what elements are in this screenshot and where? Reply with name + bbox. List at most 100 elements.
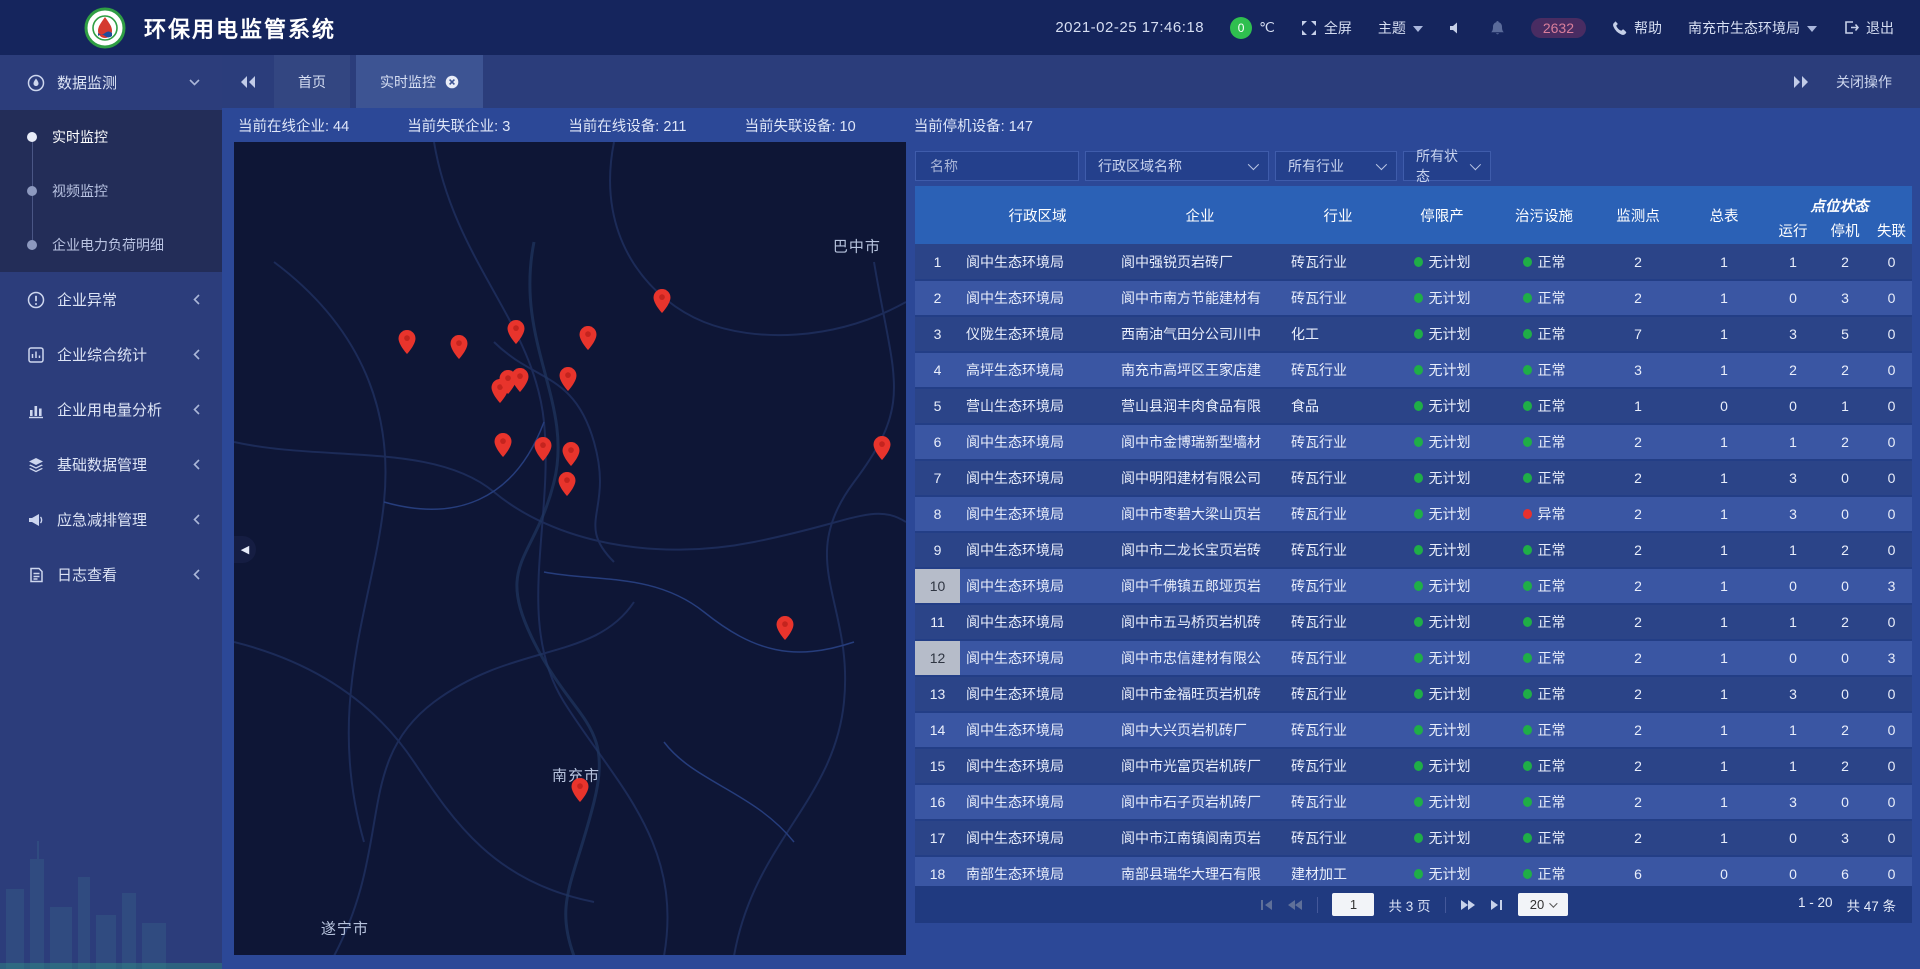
table-row[interactable]: 3仪陇生态环境局西南油气田分公司川中化工无计划正常71350 [915, 316, 1912, 352]
sidebar-subitem-实时监控[interactable]: 实时监控 [0, 110, 222, 164]
map-pin-icon[interactable] [508, 320, 525, 349]
next-page-button[interactable] [1460, 899, 1476, 911]
map-pin-icon[interactable] [535, 437, 552, 466]
name-search-input[interactable] [928, 157, 1066, 175]
sidebar-item-基础数据管理[interactable]: 基础数据管理 [0, 437, 222, 492]
first-page-button[interactable] [1259, 899, 1273, 911]
map-pin-icon[interactable] [559, 367, 576, 396]
sidebar-subitem-视频监控[interactable]: 视频监控 [0, 164, 222, 218]
prev-page-button[interactable] [1287, 899, 1303, 911]
region-select[interactable]: 行政区域名称 [1085, 151, 1269, 181]
row-index: 7 [915, 460, 960, 496]
table-row[interactable]: 7阆中生态环境局阆中明阳建材有限公司砖瓦行业无计划正常21300 [915, 460, 1912, 496]
notifications-button[interactable] [1490, 20, 1505, 36]
range-label: 1 - 20 [1798, 895, 1833, 915]
status-ok-dot [1523, 473, 1532, 483]
chevron-down-icon [1549, 899, 1557, 907]
status-ok-dot [1523, 581, 1532, 591]
divider [1317, 897, 1318, 913]
map-pin-icon[interactable] [398, 330, 415, 359]
name-filter[interactable] [915, 151, 1079, 181]
table-row[interactable]: 16阆中生态环境局阆中市石子页岩机砖厂砖瓦行业无计划正常21300 [915, 784, 1912, 820]
map-pin-icon[interactable] [512, 368, 529, 397]
table-row[interactable]: 2阆中生态环境局阆中市南方节能建材有砖瓦行业无计划正常21030 [915, 280, 1912, 316]
map-pin-icon[interactable] [494, 433, 511, 462]
cell-facility: 正常 [1493, 316, 1595, 352]
close-operations-button[interactable]: 关闭操作 [1836, 72, 1892, 92]
cell-facility: 正常 [1493, 280, 1595, 316]
table-row[interactable]: 1阆中生态环境局阆中强锐页岩砖厂砖瓦行业无计划正常21120 [915, 244, 1912, 280]
map-pin-icon[interactable] [559, 472, 576, 501]
row-index: 2 [915, 280, 960, 316]
sidebar-item-label: 日志查看 [57, 564, 117, 585]
sidebar-item-label: 企业用电量分析 [57, 399, 162, 420]
table-row[interactable]: 5营山生态环境局营山县润丰肉食品有限食品无计划正常10010 [915, 388, 1912, 424]
logout-button[interactable]: 退出 [1843, 18, 1894, 38]
status-select[interactable]: 所有状态 [1403, 151, 1491, 181]
cell-lost: 0 [1871, 676, 1912, 712]
cell-meters: 1 [1681, 568, 1767, 604]
double-chevron-right-icon[interactable] [1792, 75, 1810, 89]
cell-industry: 砖瓦行业 [1285, 712, 1391, 748]
table-row[interactable]: 17阆中生态环境局阆中市江南镇阆南页岩砖瓦行业无计划正常21030 [915, 820, 1912, 856]
map-pin-icon[interactable] [562, 442, 579, 471]
sidebar-item-企业异常[interactable]: 企业异常 [0, 272, 222, 327]
page-size-select[interactable]: 20 [1518, 893, 1568, 916]
cell-points: 2 [1595, 568, 1681, 604]
table-row[interactable]: 9阆中生态环境局阆中市二龙长宝页岩砖砖瓦行业无计划正常21120 [915, 532, 1912, 568]
table-row[interactable]: 4高坪生态环境局南充市高坪区王家店建砖瓦行业无计划正常31220 [915, 352, 1912, 388]
cell-limit: 无计划 [1391, 604, 1493, 640]
fullscreen-button[interactable]: 全屏 [1301, 18, 1352, 38]
megaphone-icon [27, 511, 45, 529]
org-dropdown[interactable]: 南充市生态环境局 [1688, 18, 1817, 38]
map-pin-icon[interactable] [572, 778, 589, 807]
table-row[interactable]: 10阆中生态环境局阆中千佛镇五郎垭页岩砖瓦行业无计划正常21003 [915, 568, 1912, 604]
table-row[interactable]: 12阆中生态环境局阆中市忠信建材有限公砖瓦行业无计划正常21003 [915, 640, 1912, 676]
mute-button[interactable] [1449, 21, 1464, 35]
tab-realtime-monitor[interactable]: 实时监控 [356, 55, 483, 108]
cell-meters: 0 [1681, 856, 1767, 886]
cell-company: 阆中千佛镇五郎垭页岩 [1115, 568, 1285, 604]
sidebar-item-企业综合统计[interactable]: 企业综合统计 [0, 327, 222, 382]
cell-lost: 0 [1871, 316, 1912, 352]
status-ok-dot [1414, 329, 1423, 339]
cell-limit: 无计划 [1391, 316, 1493, 352]
industry-select[interactable]: 所有行业 [1275, 151, 1397, 181]
table-row[interactable]: 8阆中生态环境局阆中市枣碧大梁山页岩砖瓦行业无计划异常21300 [915, 496, 1912, 532]
map-pin-icon[interactable] [654, 289, 671, 318]
map-panel[interactable]: 巴中市南充市遂宁市 ◀ [234, 142, 906, 955]
last-page-button[interactable] [1490, 899, 1504, 911]
map-pin-icon[interactable] [874, 436, 891, 465]
sidebar-item-企业用电量分析[interactable]: 企业用电量分析 [0, 382, 222, 437]
enterprise-table-wrap: 行政区域 企业 行业 停限产 治污设施 监测点 总表 点位状态 运行 [915, 186, 1912, 886]
table-row[interactable]: 13阆中生态环境局阆中市金福旺页岩机砖砖瓦行业无计划正常21300 [915, 676, 1912, 712]
table-row[interactable]: 6阆中生态环境局阆中市金博瑞新型墙材砖瓦行业无计划正常21120 [915, 424, 1912, 460]
top-bar: 环保用电监管系统 2021-02-25 17:46:18 0 ℃ 全屏 主题 [0, 0, 1920, 55]
col-run: 运行 [1767, 218, 1819, 244]
stat-item: 当前失联企业: 3 [407, 115, 510, 136]
table-row[interactable]: 15阆中生态环境局阆中市光富页岩机砖厂砖瓦行业无计划正常21120 [915, 748, 1912, 784]
cell-run: 0 [1767, 640, 1819, 676]
tabs-scroll-left-button[interactable] [222, 55, 274, 108]
sidebar-item-数据监测[interactable]: 数据监测 [0, 55, 222, 110]
first-page-icon [1259, 899, 1273, 911]
cell-company: 阆中市枣碧大梁山页岩 [1115, 496, 1285, 532]
cell-region: 阆中生态环境局 [960, 676, 1115, 712]
tab-home[interactable]: 首页 [274, 55, 350, 108]
cell-points: 2 [1595, 748, 1681, 784]
page-number-input[interactable]: 1 [1332, 893, 1374, 916]
help-button[interactable]: 帮助 [1612, 18, 1662, 38]
theme-dropdown[interactable]: 主题 [1378, 18, 1423, 38]
table-row[interactable]: 11阆中生态环境局阆中市五马桥页岩机砖砖瓦行业无计划正常21120 [915, 604, 1912, 640]
map-pin-icon[interactable] [777, 616, 794, 645]
map-pin-icon[interactable] [451, 335, 468, 364]
sidebar: 数据监测实时监控视频监控企业电力负荷明细 企业异常 企业综合统计 企业用电量分析… [0, 55, 222, 969]
map-pin-icon[interactable] [580, 326, 597, 355]
table-row[interactable]: 18南部生态环境局南部县瑞华大理石有限建材加工无计划正常60060 [915, 856, 1912, 886]
sidebar-item-应急减排管理[interactable]: 应急减排管理 [0, 492, 222, 547]
close-icon[interactable] [445, 75, 459, 89]
table-row[interactable]: 14阆中生态环境局阆中大兴页岩机砖厂砖瓦行业无计划正常21120 [915, 712, 1912, 748]
notification-count-badge[interactable]: 2632 [1531, 18, 1586, 38]
sidebar-item-日志查看[interactable]: 日志查看 [0, 547, 222, 602]
sidebar-subitem-企业电力负荷明细[interactable]: 企业电力负荷明细 [0, 218, 222, 272]
